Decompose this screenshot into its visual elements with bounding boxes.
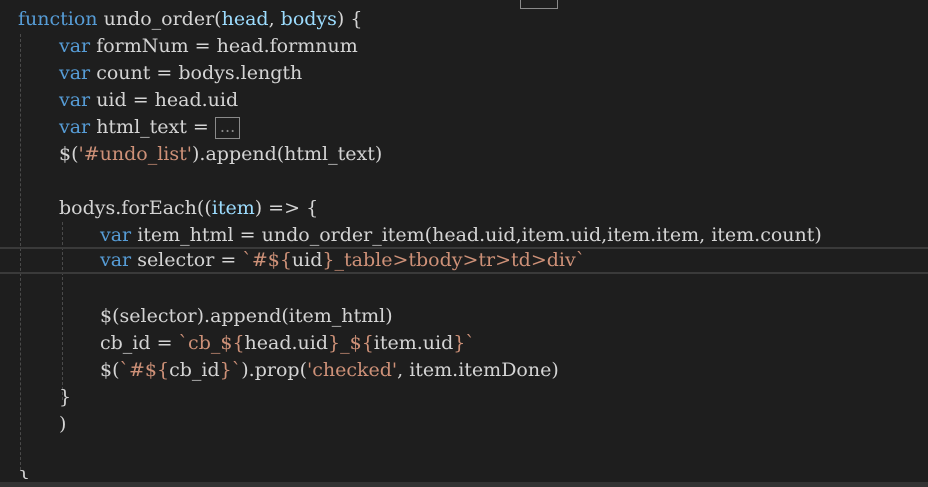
- code-line[interactable]: [0, 276, 928, 303]
- code-editor[interactable]: function undo_order(head, bodys) {var fo…: [0, 0, 928, 487]
- code-token: $(: [100, 359, 120, 381]
- code-token: `#${: [242, 249, 292, 271]
- code-line[interactable]: var formNum = head.formnum: [0, 33, 928, 60]
- code-token: count = bodys.length: [96, 62, 303, 84]
- code-line-content: bodys.forEach((item) => {: [59, 195, 318, 222]
- code-token: }`: [219, 359, 242, 381]
- code-line[interactable]: bodys.forEach((item) => {: [0, 195, 928, 222]
- code-token: item.uid: [373, 332, 454, 354]
- code-token: bodys.forEach((: [59, 197, 212, 219]
- code-line[interactable]: var count = bodys.length: [0, 60, 928, 87]
- code-line[interactable]: [0, 168, 928, 195]
- code-token: head: [221, 8, 269, 30]
- code-token: '#undo_list': [78, 143, 192, 165]
- code-token: ) => {: [254, 197, 319, 219]
- code-token: var: [59, 116, 97, 138]
- code-line-content: function undo_order(head, bodys) {: [18, 6, 362, 33]
- code-token: }`: [453, 332, 475, 354]
- code-token: }: [18, 467, 31, 479]
- code-token: `#${: [119, 359, 170, 381]
- code-token: var: [59, 35, 97, 57]
- code-line-content: var selector = `#${uid}_table>tbody>tr>t…: [100, 249, 585, 272]
- code-token: var: [100, 224, 138, 246]
- code-line[interactable]: ): [0, 411, 928, 438]
- code-line-content: $(`#${cb_id}`).prop('checked', item.item…: [100, 357, 559, 384]
- code-token: formNum = head.formnum: [96, 35, 358, 57]
- code-token: head.uid: [244, 332, 329, 354]
- code-token: ).prop(: [241, 359, 307, 381]
- code-token: bodys: [280, 8, 337, 30]
- status-bar: [0, 482, 928, 487]
- code-line[interactable]: var item_html = undo_order_item(head.uid…: [0, 222, 928, 249]
- code-line[interactable]: $('#undo_list').append(html_text): [0, 141, 928, 168]
- code-line-content: ): [59, 411, 66, 438]
- code-token: item_html = undo_order_item(head.uid,ite…: [137, 224, 822, 246]
- code-token: $(: [59, 143, 79, 165]
- code-token: undo_order: [103, 8, 215, 30]
- code-token: ) {: [336, 8, 363, 30]
- code-line-content: var count = bodys.length: [59, 60, 302, 87]
- code-line[interactable]: var uid = head.uid: [0, 87, 928, 114]
- code-token: selector =: [137, 249, 243, 271]
- code-token: }_${: [328, 332, 374, 354]
- code-line[interactable]: $(selector).append(item_html): [0, 303, 928, 330]
- code-line[interactable]: var html_text = ...: [0, 114, 928, 141]
- code-line-content: }: [59, 384, 71, 411]
- code-line[interactable]: cb_id = `cb_${head.uid}_${item.uid}`: [0, 330, 928, 357]
- code-line-content: $('#undo_list').append(html_text): [59, 141, 382, 168]
- code-line-content: var uid = head.uid: [59, 87, 238, 114]
- code-line[interactable]: }: [0, 465, 928, 479]
- code-line[interactable]: var selector = `#${uid}_table>tbody>tr>t…: [0, 247, 928, 274]
- code-token: var: [59, 62, 97, 84]
- code-token: ): [59, 413, 67, 435]
- code-line-content: var item_html = undo_order_item(head.uid…: [100, 222, 822, 249]
- code-token: , item.itemDone): [397, 359, 559, 381]
- code-line-content: }: [18, 465, 30, 479]
- code-token: uid = head.uid: [96, 89, 239, 111]
- code-line[interactable]: }: [0, 384, 928, 411]
- code-line[interactable]: $(`#${cb_id}`).prop('checked', item.item…: [0, 357, 928, 384]
- code-token: cb_id =: [100, 332, 179, 354]
- code-token: uid: [291, 249, 323, 271]
- code-token: cb_id: [169, 359, 220, 381]
- code-token: 'checked': [306, 359, 398, 381]
- code-line[interactable]: function undo_order(head, bodys) {: [0, 6, 928, 33]
- code-line-content: $(selector).append(item_html): [100, 303, 393, 330]
- code-token: ,: [268, 8, 281, 30]
- code-line-content: var html_text = ...: [59, 114, 241, 141]
- code-token: var: [59, 89, 97, 111]
- code-token: ).append(html_text): [192, 143, 383, 165]
- code-token: (: [214, 8, 222, 30]
- code-line-content: cb_id = `cb_${head.uid}_${item.uid}`: [100, 330, 475, 357]
- code-token: }_table>tbody>tr>td>div`: [322, 249, 586, 271]
- code-line-content: var formNum = head.formnum: [59, 33, 358, 60]
- code-line[interactable]: [0, 438, 928, 465]
- code-token: html_text =: [96, 116, 215, 138]
- code-token: }: [59, 386, 72, 408]
- folded-region-button[interactable]: ...: [214, 117, 241, 139]
- code-token: `cb_${: [178, 332, 245, 354]
- code-token: var: [100, 249, 138, 271]
- code-token: function: [18, 8, 104, 30]
- code-token: $(selector).append(item_html): [100, 305, 393, 327]
- code-token: item: [211, 197, 255, 219]
